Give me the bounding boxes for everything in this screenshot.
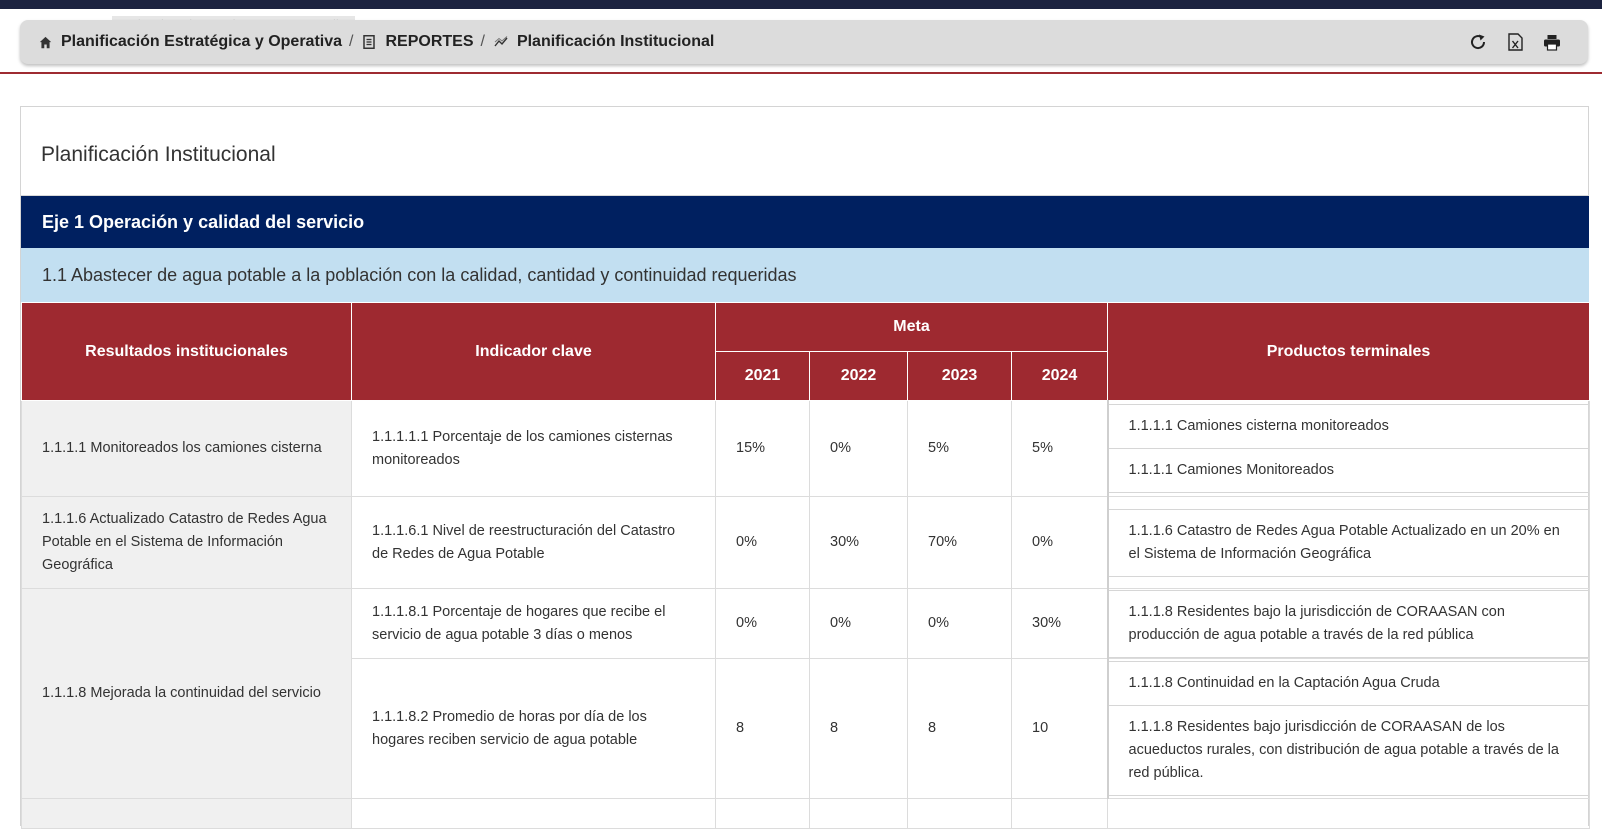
product-item: 1.1.1.6 Catastro de Redes Agua Potable A… xyxy=(1108,508,1590,577)
indicator-cell: 1.1.1.8.2 Promedio de horas por día de l… xyxy=(351,658,716,799)
document-icon xyxy=(362,35,376,49)
breadcrumb-separator: / xyxy=(349,33,354,50)
meta-cell xyxy=(809,798,908,829)
breadcrumb-label: Planificación Estratégica y Operativa xyxy=(61,33,343,50)
indicator-cell: 1.1.1.6.1 Nivel de reestructuración del … xyxy=(351,496,716,589)
products-cell: 1.1.1.1 Camiones cisterna monitoreados 1… xyxy=(1106,400,1591,497)
breadcrumb-item-planificacion[interactable]: Planificación Estratégica y Operativa xyxy=(38,33,342,51)
product-item: 1.1.1.8 Residentes bajo jurisdicción de … xyxy=(1108,706,1590,796)
products-cell: 1.1.1.6 Catastro de Redes Agua Potable A… xyxy=(1106,496,1591,589)
meta-cell: 0% xyxy=(907,588,1012,659)
meta-cell: 70% xyxy=(907,496,1012,589)
breadcrumb-label: Planificación Institucional xyxy=(516,33,715,50)
meta-cell: 15% xyxy=(715,400,810,497)
meta-cell: 8 xyxy=(907,658,1012,799)
planning-table: Resultados institucionales Indicador cla… xyxy=(21,302,1591,829)
header-resultados: Resultados institucionales xyxy=(21,302,352,401)
product-item: 1.1.1.8 Residentes bajo la jurisdicción … xyxy=(1108,589,1590,658)
result-cell: 1.1.1.1 Monitoreados los camiones cister… xyxy=(21,400,352,497)
toolbar xyxy=(1468,20,1562,64)
header-divider xyxy=(0,72,1602,74)
meta-cell: 8 xyxy=(715,658,810,799)
meta-cell: 0% xyxy=(809,400,908,497)
breadcrumb: Planificación Estratégica y Operativa / … xyxy=(20,20,1588,64)
objective-header: 1.1 Abastecer de agua potable a la pobla… xyxy=(21,248,1589,302)
header-year: 2021 xyxy=(715,351,810,401)
product-item: 1.1.1.1 Camiones Monitoreados xyxy=(1108,449,1590,493)
result-cell: 1.1.1.6 Actualizado Catastro de Redes Ag… xyxy=(21,496,352,589)
meta-cell xyxy=(1010,798,1109,829)
table-row: 1.1.1.8 Mejorada la continuidad del serv… xyxy=(21,588,1591,799)
table-row xyxy=(21,798,1591,829)
breadcrumb-item-reportes[interactable]: REPORTES xyxy=(362,33,473,51)
refresh-icon[interactable] xyxy=(1468,32,1488,52)
table-row: 1.1.1.6 Actualizado Catastro de Redes Ag… xyxy=(21,496,1591,589)
header-indicador: Indicador clave xyxy=(351,302,716,401)
meta-cell: 0% xyxy=(1010,496,1109,589)
result-cell: 1.1.1.8 Mejorada la continuidad del serv… xyxy=(21,588,352,799)
products-cell xyxy=(1107,798,1591,829)
meta-cell: 30% xyxy=(809,496,908,589)
print-icon[interactable] xyxy=(1542,32,1562,52)
products-cell: 1.1.1.8 Residentes bajo la jurisdicción … xyxy=(1106,588,1591,659)
table-row: 1.1.1.1 Monitoreados los camiones cister… xyxy=(21,400,1591,497)
breadcrumb-item-planificacion-institucional: Planificación Institucional xyxy=(494,33,714,51)
top-accent-strip xyxy=(0,0,1602,9)
indicator-cell xyxy=(351,798,716,829)
result-cell xyxy=(21,798,352,829)
meta-cell: 0% xyxy=(715,496,810,589)
report-card: Planificación Institucional Eje 1 Operac… xyxy=(20,106,1591,829)
trend-chart-icon xyxy=(494,35,508,49)
header-year: 2024 xyxy=(1010,351,1109,401)
meta-cell xyxy=(907,798,1012,829)
indicator-cell: 1.1.1.8.1 Porcentaje de hogares que reci… xyxy=(351,588,716,659)
header-year: 2023 xyxy=(907,351,1012,401)
axis-header: Eje 1 Operación y calidad del servicio xyxy=(21,195,1589,248)
header-meta: Meta xyxy=(714,302,1109,352)
meta-cell: 0% xyxy=(809,588,908,659)
indicator-cell: 1.1.1.1.1 Porcentaje de los camiones cis… xyxy=(351,400,716,497)
meta-cell: 10 xyxy=(1010,658,1109,799)
meta-cell xyxy=(715,798,810,829)
page-title: Planificación Institucional xyxy=(41,143,276,166)
breadcrumb-label: REPORTES xyxy=(385,33,474,50)
meta-cell: 30% xyxy=(1010,588,1109,659)
breadcrumb-separator: / xyxy=(480,33,485,50)
meta-cell: 5% xyxy=(1010,400,1109,497)
product-item: 1.1.1.1 Camiones cisterna monitoreados xyxy=(1108,404,1590,449)
header-productos: Productos terminales xyxy=(1107,302,1591,401)
product-item: 1.1.1.8 Continuidad en la Captación Agua… xyxy=(1108,661,1590,706)
products-cell: 1.1.1.8 Continuidad en la Captación Agua… xyxy=(1106,658,1591,799)
meta-cell: 8 xyxy=(809,658,908,799)
home-icon xyxy=(38,35,52,49)
header-year: 2022 xyxy=(809,351,908,401)
excel-icon[interactable] xyxy=(1505,32,1525,52)
meta-cell: 0% xyxy=(715,588,810,659)
meta-cell: 5% xyxy=(907,400,1012,497)
